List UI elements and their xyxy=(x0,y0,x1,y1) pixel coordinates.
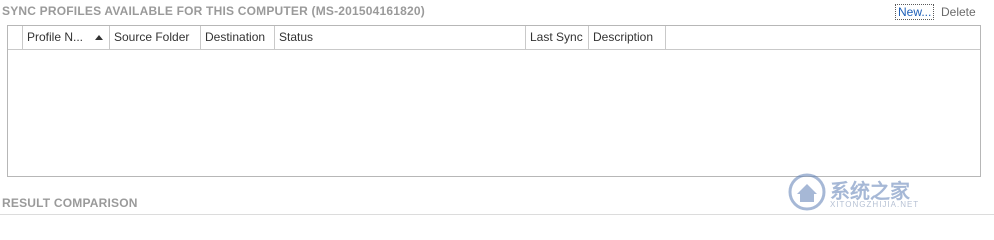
watermark-logo: 系统之家 XITONGZHIJIA.NET xyxy=(788,173,988,213)
table-header: Profile N... Source Folder Destination S… xyxy=(8,26,980,50)
new-profile-button[interactable]: New... xyxy=(895,4,935,20)
sync-profiles-table: Profile N... Source Folder Destination S… xyxy=(7,25,981,177)
column-header-profile-name[interactable]: Profile N... xyxy=(23,26,110,49)
column-header-status[interactable]: Status xyxy=(275,26,526,49)
column-label: Profile N... xyxy=(27,30,84,44)
column-header-last-sync[interactable]: Last Sync xyxy=(526,26,589,49)
table-body[interactable] xyxy=(8,50,980,176)
column-label: Status xyxy=(279,30,314,44)
section-divider xyxy=(0,214,994,215)
column-label: Description xyxy=(593,30,654,44)
column-header-source-folder[interactable]: Source Folder xyxy=(110,26,201,49)
house-logo-icon xyxy=(788,173,826,211)
watermark-subtext: XITONGZHIJIA.NET xyxy=(830,200,920,209)
row-selector-header xyxy=(8,26,23,49)
sort-ascending-icon xyxy=(95,35,103,40)
column-label: Source Folder xyxy=(114,30,190,44)
result-comparison-section-title: RESULT COMPARISON xyxy=(2,196,138,210)
column-label: Last Sync xyxy=(530,30,583,44)
column-header-destination[interactable]: Destination xyxy=(201,26,275,49)
column-header-description[interactable]: Description xyxy=(589,26,666,49)
sync-profiles-section-title: SYNC PROFILES AVAILABLE FOR THIS COMPUTE… xyxy=(2,4,425,18)
column-label: Destination xyxy=(205,30,266,44)
delete-profile-button[interactable]: Delete xyxy=(941,4,976,20)
